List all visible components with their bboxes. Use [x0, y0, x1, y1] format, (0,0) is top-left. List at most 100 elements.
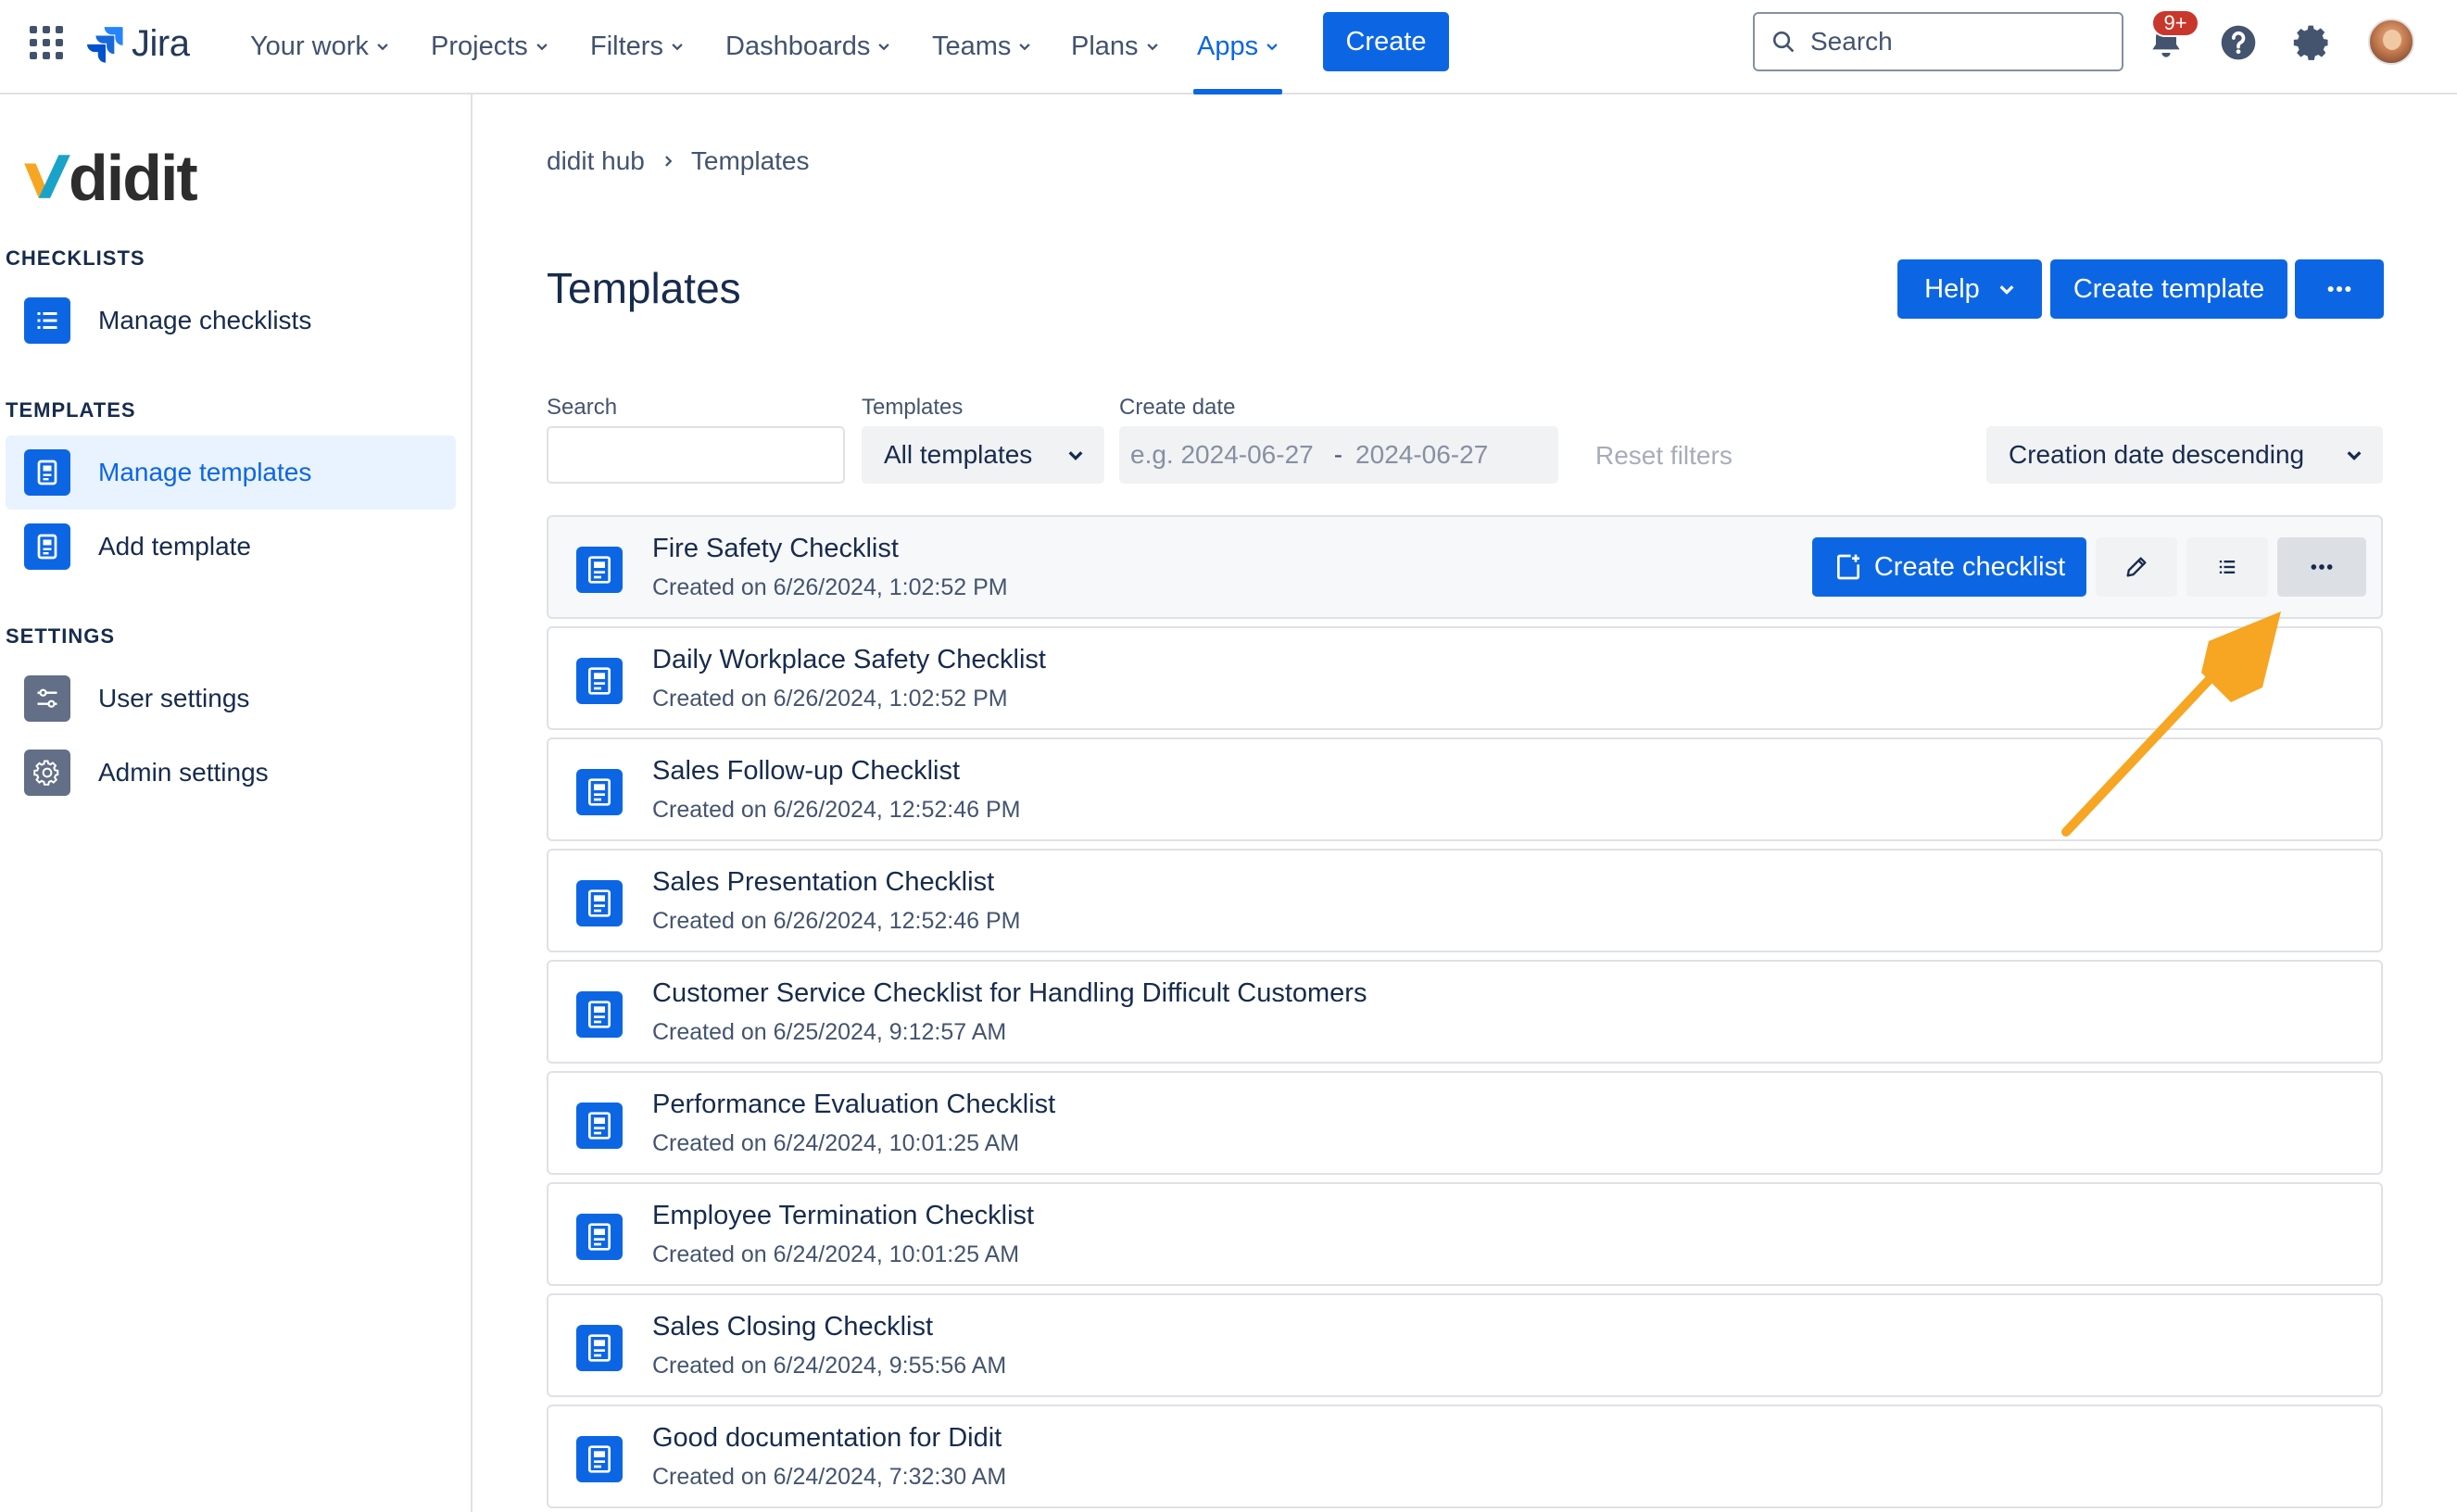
sidebar-item-add-template[interactable]: Add template	[6, 510, 456, 584]
template-created-date: Created on 6/26/2024, 12:52:46 PM	[652, 797, 1021, 823]
template-row[interactable]: Employee Termination Checklist Created o…	[547, 1182, 2383, 1286]
chevron-down-icon	[2347, 451, 2362, 460]
nav-label: Apps	[1197, 31, 1259, 61]
template-row[interactable]: Good documentation for Didit Created on …	[547, 1405, 2383, 1508]
template-icon	[576, 547, 623, 593]
sort-value: Creation date descending	[2009, 440, 2305, 469]
chevron-down-icon	[878, 44, 890, 51]
template-created-date: Created on 6/24/2024, 10:01:25 AM	[652, 1130, 1020, 1156]
date-from-input[interactable]: e.g. 2024-06-27	[1130, 440, 1314, 470]
template-icon	[576, 658, 623, 704]
nav-dashboards[interactable]: Dashboards	[725, 0, 890, 93]
settings-gear-icon[interactable]	[2292, 22, 2333, 63]
date-to-input[interactable]: 2024-06-27	[1355, 440, 1488, 470]
nav-filters[interactable]: Filters	[590, 0, 684, 93]
help-icon[interactable]	[2218, 22, 2259, 63]
more-horizontal-icon	[2327, 285, 2351, 293]
nav-label: Dashboards	[725, 31, 871, 61]
pencil-icon	[2126, 557, 2147, 577]
template-row[interactable]: Fire Safety Checklist Created on 6/26/20…	[547, 515, 2383, 619]
chevron-down-icon	[1999, 285, 2014, 295]
didit-logo-icon	[24, 155, 70, 198]
create-template-button[interactable]: Create template	[2050, 259, 2287, 319]
help-dropdown-button[interactable]: Help	[1897, 259, 2042, 319]
list-icon	[2219, 561, 2236, 573]
chevron-down-icon	[377, 44, 388, 51]
reset-filters-button[interactable]: Reset filters	[1595, 441, 1732, 471]
sidebar-item-manage-templates[interactable]: Manage templates	[6, 435, 456, 510]
template-created-date: Created on 6/26/2024, 1:02:52 PM	[652, 574, 1008, 600]
nav-your-work[interactable]: Your work	[250, 0, 389, 93]
nav-label: Your work	[250, 31, 369, 61]
view-items-button[interactable]	[2186, 537, 2268, 597]
search-icon	[1772, 31, 1795, 53]
notification-count-badge: 9+	[2151, 9, 2199, 37]
breadcrumb-current[interactable]: Templates	[691, 146, 810, 176]
create-date-range[interactable]: e.g. 2024-06-27 - 2024-06-27	[1119, 426, 1558, 484]
template-icon	[576, 1102, 623, 1149]
top-navigation: Jira Your work Projects Filters Dashboar…	[0, 0, 2457, 94]
template-row[interactable]: Sales Presentation Checklist Created on …	[547, 849, 2383, 952]
sidebar-item-user-settings[interactable]: User settings	[6, 662, 456, 736]
sidebar-item-admin-settings[interactable]: Admin settings	[6, 736, 456, 810]
chevron-down-icon	[1266, 44, 1278, 51]
chevron-right-icon	[664, 156, 673, 167]
sort-select[interactable]: Creation date descending	[1986, 426, 2383, 484]
template-title[interactable]: Performance Evaluation Checklist	[652, 1090, 1055, 1120]
global-search-input[interactable]: Search	[1753, 12, 2123, 71]
chevron-down-icon	[672, 44, 683, 51]
template-created-date: Created on 6/24/2024, 7:32:30 AM	[652, 1464, 1007, 1490]
sidebar-item-label: Admin settings	[98, 758, 269, 787]
template-row[interactable]: Sales Closing Checklist Created on 6/24/…	[547, 1293, 2383, 1397]
nav-projects[interactable]: Projects	[431, 0, 548, 93]
template-title[interactable]: Sales Follow-up Checklist	[652, 756, 960, 787]
template-icon	[24, 449, 70, 496]
edit-template-button[interactable]	[2096, 537, 2177, 597]
create-checklist-label: Create checklist	[1873, 551, 2066, 582]
templates-filter-select[interactable]: All templates	[862, 426, 1104, 484]
template-created-date: Created on 6/24/2024, 9:55:56 AM	[652, 1353, 1007, 1379]
template-row[interactable]: Sales Follow-up Checklist Created on 6/2…	[547, 737, 2383, 841]
template-icon	[576, 880, 623, 926]
row-more-actions-button[interactable]	[2277, 537, 2366, 597]
template-row[interactable]: Customer Service Checklist for Handling …	[547, 960, 2383, 1064]
template-search-input[interactable]	[547, 426, 845, 484]
template-title[interactable]: Sales Presentation Checklist	[652, 867, 994, 898]
template-icon	[24, 523, 70, 570]
nav-teams[interactable]: Teams	[932, 0, 1031, 93]
template-title[interactable]: Fire Safety Checklist	[652, 534, 899, 564]
app-switcher-icon[interactable]	[30, 26, 63, 59]
template-title[interactable]: Good documentation for Didit	[652, 1423, 1002, 1454]
new-document-icon	[1836, 554, 1859, 580]
template-title[interactable]: Daily Workplace Safety Checklist	[652, 645, 1046, 675]
templates-filter-label: Templates	[862, 395, 964, 420]
nav-apps[interactable]: Apps	[1192, 0, 1283, 94]
templates-filter-value: All templates	[884, 440, 1033, 469]
row-actions: Create checklist	[1812, 537, 2366, 597]
template-row[interactable]: Daily Workplace Safety Checklist Created…	[547, 626, 2383, 730]
template-title[interactable]: Sales Closing Checklist	[652, 1312, 933, 1342]
template-created-date: Created on 6/25/2024, 9:12:57 AM	[652, 1019, 1007, 1045]
sidebar-item-manage-checklists[interactable]: Manage checklists	[6, 284, 456, 358]
jira-logo[interactable]: Jira	[85, 20, 190, 67]
sidebar-item-label: User settings	[98, 684, 250, 712]
nav-label: Projects	[431, 31, 528, 61]
create-checklist-button[interactable]: Create checklist	[1812, 537, 2086, 597]
didit-logo[interactable]: didit	[19, 141, 198, 215]
template-icon	[576, 1436, 623, 1482]
nav-label: Teams	[932, 31, 1012, 61]
page-more-actions-button[interactable]	[2295, 259, 2384, 319]
breadcrumb-root-link[interactable]: didit hub	[547, 146, 645, 176]
nav-plans[interactable]: Plans	[1071, 0, 1159, 93]
sidebar: didit CHECKLISTS Manage checklists TEMPL…	[0, 94, 472, 1512]
sidebar-item-label: Manage templates	[98, 458, 312, 486]
template-title[interactable]: Employee Termination Checklist	[652, 1201, 1034, 1231]
user-avatar[interactable]	[2368, 19, 2414, 65]
global-create-button[interactable]: Create	[1323, 12, 1449, 71]
template-created-date: Created on 6/26/2024, 12:52:46 PM	[652, 908, 1021, 934]
template-title[interactable]: Customer Service Checklist for Handling …	[652, 978, 1367, 1009]
sidebar-item-label: Add template	[98, 532, 251, 561]
template-row[interactable]: Performance Evaluation Checklist Created…	[547, 1071, 2383, 1175]
jira-logo-icon	[87, 27, 123, 63]
template-created-date: Created on 6/26/2024, 1:02:52 PM	[652, 686, 1008, 712]
